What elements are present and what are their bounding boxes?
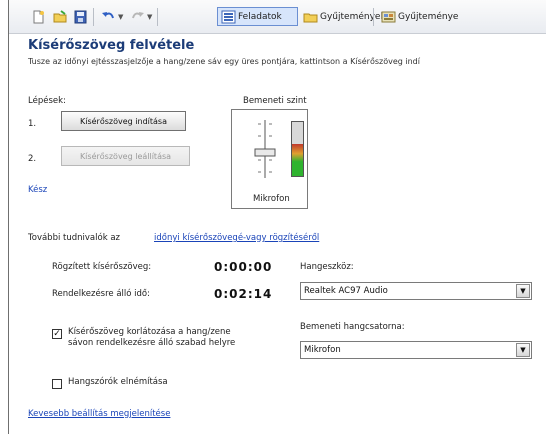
toolbar-separator (373, 8, 374, 26)
chevron-down-icon: ▼ (147, 13, 153, 21)
audio-device-value: Realtek AC97 Audio (304, 286, 388, 296)
mute-speakers-checkbox[interactable] (52, 379, 62, 389)
step2-number: 2. (28, 154, 37, 164)
audio-input-label: Bemeneti hangcsatorna: (300, 322, 405, 332)
undo-icon (101, 10, 116, 24)
page-subtitle: Tusze az időnyi ejtésszasjelzője a hang/… (28, 57, 420, 66)
more-info-prefix: További tudnivalók az (28, 233, 121, 243)
task-list-icon (221, 10, 236, 24)
collections-folder-icon (303, 10, 318, 24)
available-value: 0:02:14 (214, 287, 273, 301)
collection-view-dropdown[interactable]: Gyűjteménye (381, 9, 458, 25)
recorded-value: 0:00:00 (214, 260, 273, 274)
new-project-button[interactable] (31, 9, 46, 25)
save-icon (73, 10, 88, 24)
limit-narration-label: Kísérőszöveg korlátozása a hang/zene sáv… (68, 327, 236, 348)
chevron-down-icon: ▼ (118, 13, 124, 21)
audio-device-label: Hangeszköz: (300, 262, 354, 272)
collection-view-label: Gyűjteménye (398, 12, 459, 22)
available-label: Rendelkezésre álló idő: (52, 289, 150, 299)
toolbar: ▼ ▼ Feladatok Gyűjtemények Gyűjteménye (9, 0, 546, 34)
stop-narration-button[interactable]: Kísérőszöveg leállítása (61, 146, 190, 166)
limit-narration-checkbox[interactable]: ✓ (52, 329, 62, 339)
recorded-label: Rögzített kísérőszöveg: (52, 262, 152, 272)
open-folder-icon (53, 10, 68, 24)
input-level-meter (291, 121, 304, 177)
audio-input-select[interactable]: Mikrofon ▼ (300, 341, 532, 359)
new-document-icon (31, 10, 46, 24)
page-title: Kísérőszöveg felvétele (28, 38, 195, 53)
status-link[interactable]: Kész (28, 185, 47, 195)
fewer-options-link[interactable]: Kevesebb beállítás megjelenítése (28, 409, 170, 419)
redo-icon (130, 10, 145, 24)
tasks-label: Feladatok (238, 12, 282, 22)
toolbar-separator (157, 8, 158, 26)
microphone-label: Mikrofon (253, 194, 290, 204)
tasks-button[interactable]: Feladatok (221, 9, 282, 25)
input-level-meter-fill (292, 143, 303, 176)
chevron-down-icon[interactable]: ▼ (516, 284, 530, 298)
audio-input-value: Mikrofon (304, 345, 341, 355)
undo-button[interactable]: ▼ (101, 9, 123, 25)
collections-label: Gyűjtemények (320, 12, 386, 22)
collection-view-icon (381, 10, 396, 24)
steps-label: Lépések: (28, 96, 66, 106)
more-info-link[interactable]: időnyi kísérőszövegé-vagy rögzítéséről (154, 233, 319, 243)
input-level-slider[interactable] (250, 118, 280, 180)
step1-number: 1. (28, 119, 37, 129)
save-button[interactable] (73, 9, 88, 25)
toolbar-separator (93, 8, 94, 26)
audio-device-select[interactable]: Realtek AC97 Audio ▼ (300, 282, 532, 300)
start-narration-button[interactable]: Kísérőszöveg indítása (61, 111, 186, 131)
open-project-button[interactable] (53, 9, 68, 25)
window-frame-left (8, 0, 9, 434)
mute-speakers-label: Hangszórók elnémítása (68, 377, 168, 387)
redo-button[interactable]: ▼ (130, 9, 152, 25)
input-level-label: Bemeneti szint (243, 96, 307, 106)
chevron-down-icon[interactable]: ▼ (516, 343, 530, 357)
